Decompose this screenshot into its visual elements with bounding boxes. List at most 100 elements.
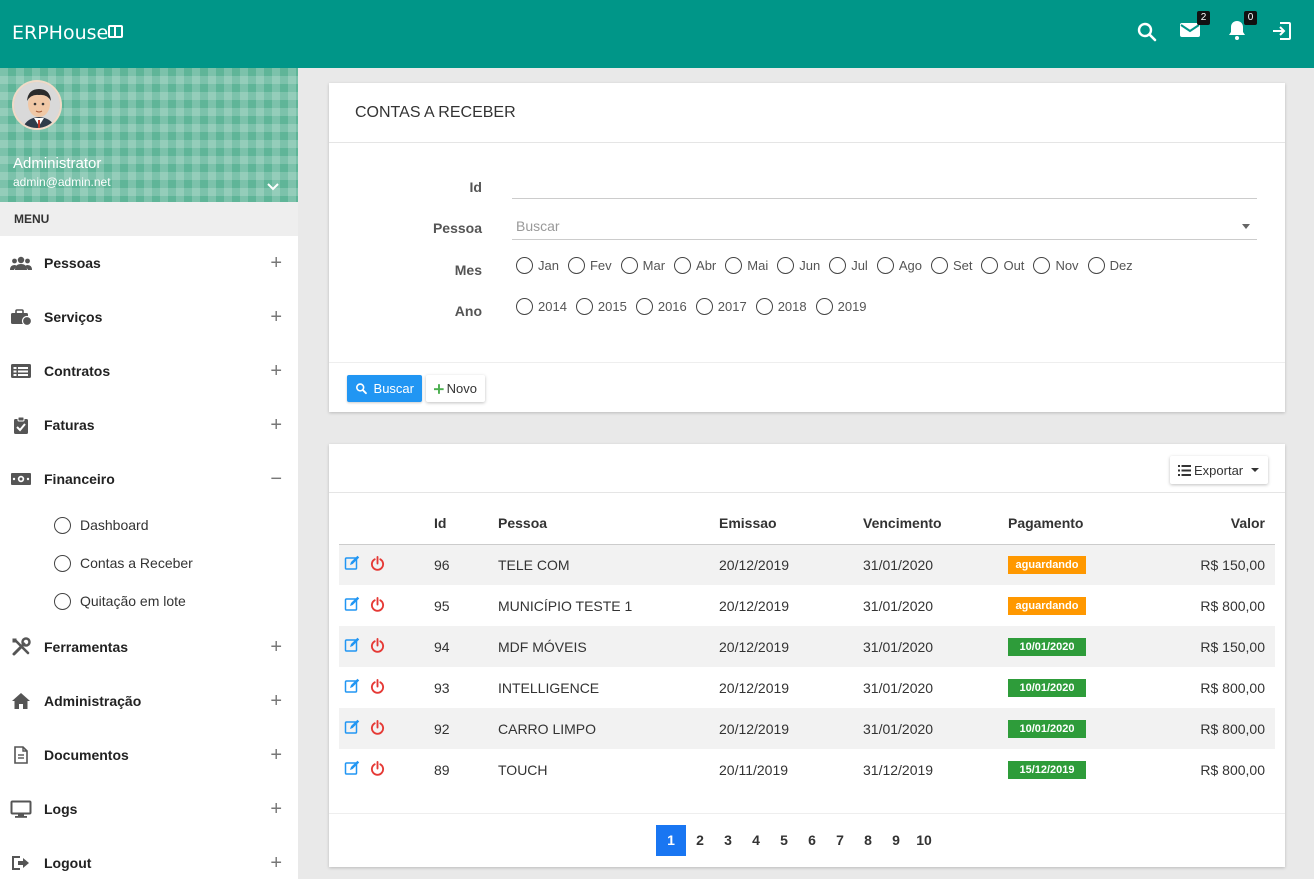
- avatar[interactable]: [12, 80, 62, 130]
- radio-circle[interactable]: [575, 298, 593, 315]
- sidebar-item-faturas[interactable]: Faturas +: [0, 398, 298, 452]
- table-row[interactable]: 89 TOUCH 20/11/2019 31/12/2019 15/12/2019 R$ …: [339, 749, 1275, 790]
- sidebar-item-pessoas[interactable]: Pessoas +: [0, 236, 298, 290]
- month-radio-dez[interactable]: Dez: [1087, 257, 1133, 274]
- expand-icon[interactable]: +: [270, 252, 282, 275]
- year-radio-2017[interactable]: 2017: [695, 298, 747, 315]
- sidebar-subitem-dashboard[interactable]: Dashboard: [0, 506, 298, 544]
- export-button[interactable]: Exportar: [1170, 456, 1268, 484]
- radio-circle[interactable]: [725, 257, 743, 274]
- radio-circle[interactable]: [876, 257, 894, 274]
- id-input[interactable]: [512, 171, 1257, 199]
- column-header-pagamento[interactable]: Pagamento: [1008, 503, 1128, 545]
- edit-icon[interactable]: [344, 760, 360, 779]
- page-1-button[interactable]: 1: [656, 825, 686, 856]
- expand-icon[interactable]: +: [270, 744, 282, 767]
- year-radio-2015[interactable]: 2015: [575, 298, 627, 315]
- table-row[interactable]: 93 INTELLIGENCE 20/12/2019 31/01/2020 10/01/…: [339, 667, 1275, 708]
- sidebar-subitem-quitacao-em-lote[interactable]: Quitação em lote: [0, 582, 298, 620]
- power-icon[interactable]: [370, 678, 385, 697]
- bell-icon[interactable]: 0: [1225, 11, 1257, 44]
- table-row[interactable]: 96 TELE COM 20/12/2019 31/01/2020 aguardando…: [339, 544, 1275, 585]
- radio-circle[interactable]: [516, 257, 533, 274]
- month-radio-mai[interactable]: Mai: [725, 257, 768, 274]
- edit-icon[interactable]: [344, 678, 360, 697]
- radio-circle[interactable]: [1087, 257, 1105, 274]
- new-button[interactable]: Novo: [426, 375, 485, 402]
- search-icon[interactable]: [1135, 20, 1161, 46]
- expand-icon[interactable]: +: [270, 414, 282, 437]
- radio-circle[interactable]: [674, 257, 692, 274]
- radio-circle[interactable]: [777, 257, 795, 274]
- radio-circle[interactable]: [1033, 257, 1051, 274]
- table-row[interactable]: 95 MUNICÍPIO TESTE 1 20/12/2019 31/01/2020 a…: [339, 585, 1275, 626]
- page-10-button[interactable]: 10: [910, 825, 938, 856]
- year-radio-2016[interactable]: 2016: [635, 298, 687, 315]
- edit-icon[interactable]: [344, 555, 360, 574]
- edit-icon[interactable]: [344, 719, 360, 738]
- power-icon[interactable]: [370, 555, 385, 574]
- expand-icon[interactable]: +: [270, 360, 282, 383]
- page-9-button[interactable]: 9: [882, 825, 910, 856]
- radio-circle[interactable]: [981, 257, 999, 274]
- month-radio-set[interactable]: Set: [930, 257, 972, 274]
- sidebar-item-administracao[interactable]: Administração +: [0, 674, 298, 728]
- collapse-icon[interactable]: −: [270, 468, 282, 491]
- column-header-pessoa[interactable]: Pessoa: [498, 503, 719, 545]
- column-header-id[interactable]: Id: [434, 503, 498, 545]
- power-icon[interactable]: [370, 719, 385, 738]
- year-radio-2014[interactable]: 2014: [516, 298, 567, 315]
- radio-circle[interactable]: [567, 257, 585, 274]
- column-header-valor[interactable]: Valor: [1128, 503, 1275, 545]
- page-3-button[interactable]: 3: [714, 825, 742, 856]
- page-7-button[interactable]: 7: [826, 825, 854, 856]
- expand-icon[interactable]: +: [270, 690, 282, 713]
- table-row[interactable]: 92 CARRO LIMPO 20/12/2019 31/01/2020 10/01/2…: [339, 708, 1275, 749]
- month-radio-abr[interactable]: Abr: [674, 257, 716, 274]
- page-5-button[interactable]: 5: [770, 825, 798, 856]
- sidebar-item-logout[interactable]: Logout +: [0, 836, 298, 879]
- power-icon[interactable]: [370, 596, 385, 615]
- month-radio-ago[interactable]: Ago: [876, 257, 922, 274]
- month-radio-jul[interactable]: Jul: [829, 257, 868, 274]
- expand-icon[interactable]: +: [270, 852, 282, 875]
- power-icon[interactable]: [370, 760, 385, 779]
- column-header-vencimento[interactable]: Vencimento: [863, 503, 1008, 545]
- month-radio-mar[interactable]: Mar: [620, 257, 665, 274]
- radio-circle[interactable]: [695, 298, 713, 315]
- month-radio-jan[interactable]: Jan: [516, 257, 559, 274]
- page-8-button[interactable]: 8: [854, 825, 882, 856]
- radio-circle[interactable]: [635, 298, 653, 315]
- edit-icon[interactable]: [344, 637, 360, 656]
- month-radio-out[interactable]: Out: [981, 257, 1024, 274]
- sidebar-item-financeiro[interactable]: Financeiro −: [0, 452, 298, 506]
- expand-icon[interactable]: +: [270, 306, 282, 329]
- expand-icon[interactable]: +: [270, 798, 282, 821]
- caret-down-icon[interactable]: [1242, 224, 1250, 229]
- app-title[interactable]: ERPHouse: [12, 22, 108, 44]
- expand-icon[interactable]: +: [270, 636, 282, 659]
- chevron-down-icon[interactable]: [266, 180, 280, 194]
- radio-circle[interactable]: [620, 257, 638, 274]
- radio-circle[interactable]: [930, 257, 948, 274]
- page-6-button[interactable]: 6: [798, 825, 826, 856]
- month-radio-nov[interactable]: Nov: [1033, 257, 1079, 274]
- sidebar-item-logs[interactable]: Logs +: [0, 782, 298, 836]
- page-2-button[interactable]: 2: [686, 825, 714, 856]
- radio-circle[interactable]: [815, 298, 833, 315]
- exit-icon[interactable]: [1270, 19, 1296, 45]
- sidebar-item-ferramentas[interactable]: Ferramentas +: [0, 620, 298, 674]
- search-button[interactable]: Buscar: [347, 375, 422, 402]
- sidebar-item-contratos[interactable]: Contratos +: [0, 344, 298, 398]
- radio-circle[interactable]: [516, 298, 533, 315]
- month-radio-fev[interactable]: Fev: [567, 257, 612, 274]
- mail-icon[interactable]: 2: [1178, 11, 1210, 44]
- page-4-button[interactable]: 4: [742, 825, 770, 856]
- radio-circle[interactable]: [829, 257, 847, 274]
- year-radio-2018[interactable]: 2018: [755, 298, 807, 315]
- column-header-emissao[interactable]: Emissao: [719, 503, 863, 545]
- sidebar-toggle-icon[interactable]: [108, 25, 123, 38]
- pessoa-select[interactable]: [512, 212, 1257, 240]
- sidebar-item-documentos[interactable]: Documentos +: [0, 728, 298, 782]
- sidebar-item-servicos[interactable]: Serviços +: [0, 290, 298, 344]
